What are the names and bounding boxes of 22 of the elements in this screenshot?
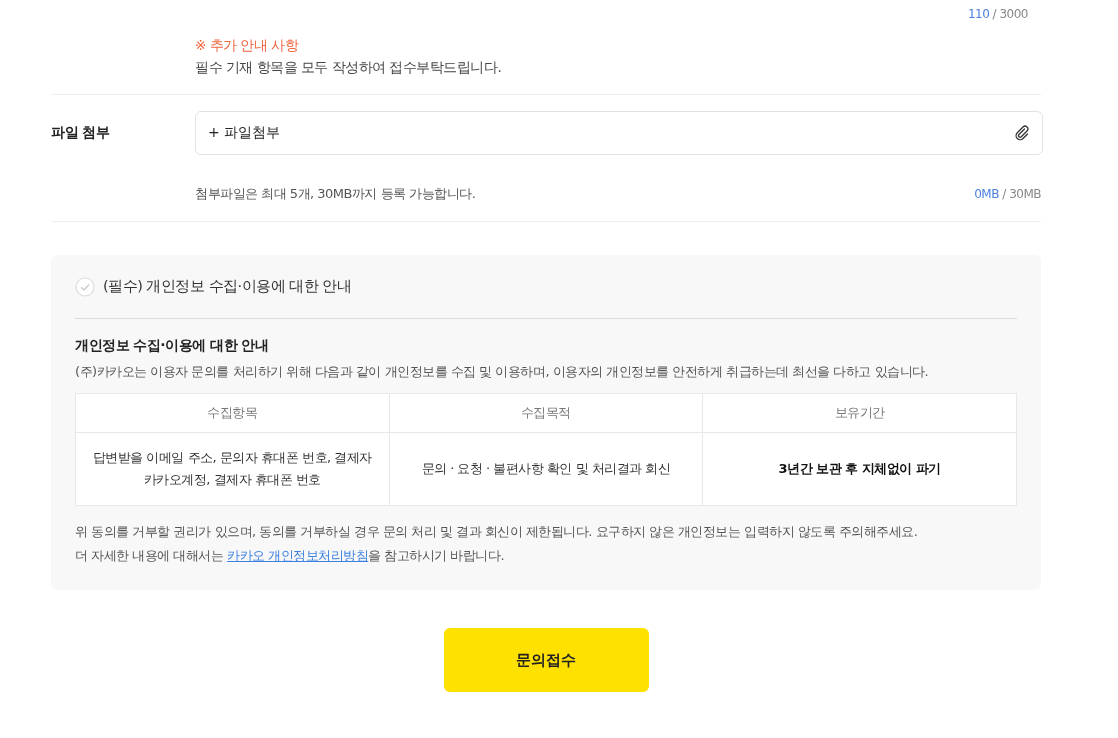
- consent-label[interactable]: (필수) 개인정보 수집·이용에 대한 안내: [103, 277, 352, 296]
- attachment-size: 0MB / 30MB: [974, 187, 1041, 201]
- consent-intro: (주)카카오는 이용자 문의를 처리하기 위해 다음과 같이 개인정보를 수집 및 이용하며, 이용자의 개인정보를 안전하게 취급하는데 최선을 다하고 있습니다.: [75, 363, 930, 381]
- table-cell: 문의 · 요청 · 불편사항 확인 및 처리결과 회신: [389, 432, 703, 506]
- file-attach-button[interactable]: + 파일첨부: [195, 111, 1043, 155]
- table-cell: 3년간 보관 후 지체없이 파기: [702, 432, 1017, 506]
- table-cell: 답변받을 이메일 주소, 문의자 휴대폰 번호, 결제자 카카오계정, 결제자 휴대폰 번호: [75, 432, 390, 506]
- column-header: 수집항목: [75, 393, 390, 433]
- consent-heading: 개인정보 수집·이용에 대한 안내: [75, 337, 270, 355]
- attachment-hint: 첨부파일은 최대 5개, 30MB까지 등록 가능합니다.: [195, 185, 476, 203]
- check-circle-icon[interactable]: [75, 276, 95, 297]
- column-header: 보유기간: [702, 393, 1017, 433]
- notice-text: 필수 기재 항목을 모두 작성하여 접수부탁드립니다.: [195, 58, 503, 77]
- policy-sentence: 더 자세한 내용에 대해서는 카카오 개인정보처리방침을 참고하시기 바랍니다.: [75, 547, 506, 565]
- character-counter: 110 / 3000: [967, 7, 1028, 23]
- notice-title: ※ 추가 안내 사항: [195, 36, 300, 55]
- submit-button[interactable]: 문의접수: [443, 628, 649, 692]
- paperclip-icon: [1014, 125, 1030, 141]
- column-header: 수집목적: [389, 393, 703, 433]
- consent-notice: 위 동의를 거부할 권리가 있으며, 동의를 거부하실 경우 문의 처리 및 결과 회신이 제한됩니다. 요구하지 않은 개인정보는 입력하지 않도록 주의해주세요.: [75, 523, 919, 541]
- field-label: 파일 첨부: [51, 124, 111, 142]
- privacy-policy-link[interactable]: 카카오 개인정보처리방침: [227, 548, 369, 563]
